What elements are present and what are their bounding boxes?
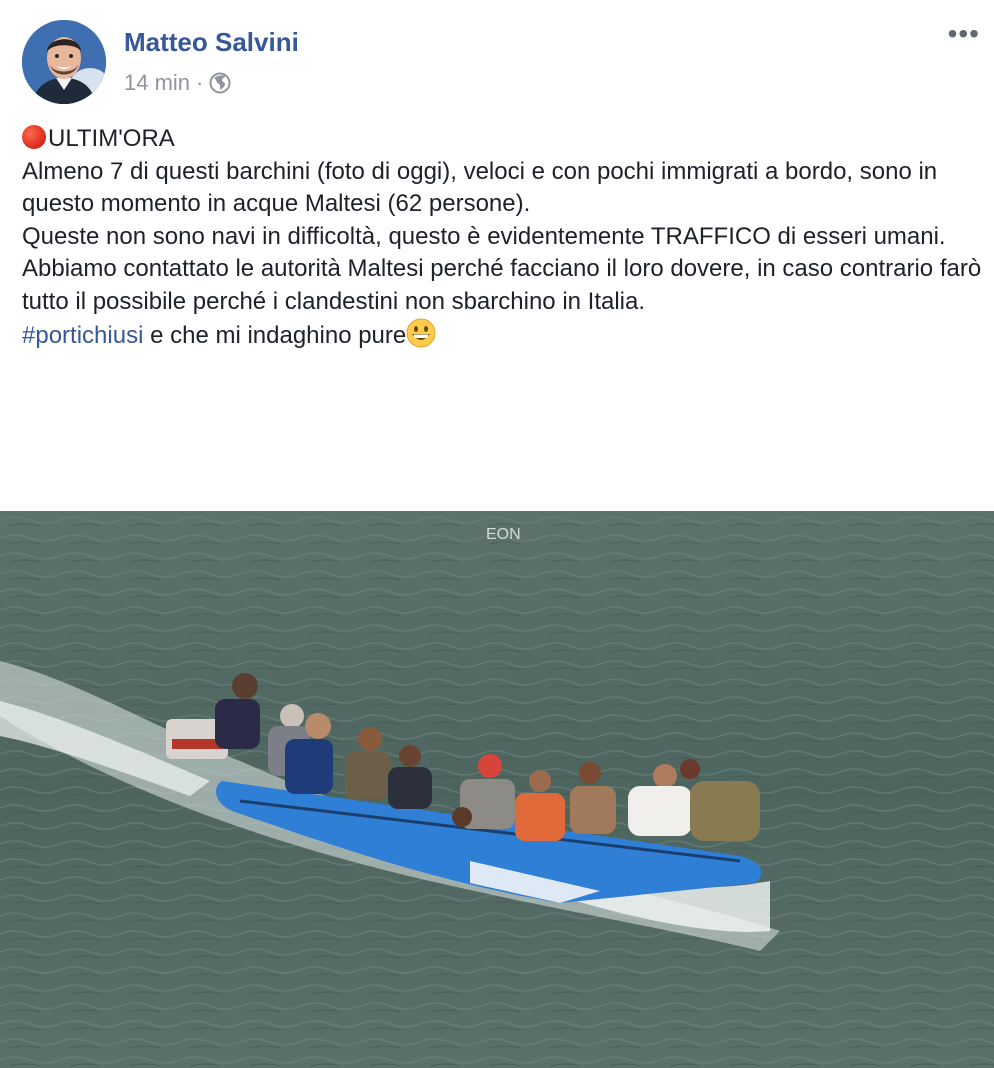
- closing-text: e che mi indaghino pure: [143, 322, 407, 349]
- text-line-2: Queste non sono navi in difficoltà, ques…: [22, 222, 946, 250]
- headline-line: ULTIM'ORA: [22, 123, 982, 156]
- photo-overlay-text: EON: [486, 526, 521, 543]
- meta-separator: ·: [196, 70, 204, 95]
- post-meta: 14 min ·: [124, 70, 231, 96]
- more-dots-icon[interactable]: •••: [948, 20, 980, 48]
- globe-icon[interactable]: [209, 72, 231, 94]
- closing-line: #portichiusi e che mi indaghino pure: [22, 318, 982, 353]
- text-line-1: Almeno 7 di questi barchini (foto di ogg…: [22, 157, 938, 218]
- hashtag-link[interactable]: #portichiusi: [22, 322, 143, 349]
- text-line-3: Abbiamo contattato le autorità Maltesi p…: [22, 255, 982, 315]
- post-text: ULTIM'ORA Almeno 7 di questi barchini (f…: [22, 123, 982, 353]
- post-photo[interactable]: EON: [0, 511, 994, 1068]
- post-header: Matteo Salvini 14 min · •••: [0, 0, 994, 120]
- avatar[interactable]: [22, 20, 106, 104]
- avatar-portrait-icon: [22, 20, 106, 104]
- red-circle-icon: [22, 125, 46, 149]
- post-time[interactable]: 14 min: [124, 70, 190, 96]
- boat-with-migrants-image: EON: [0, 511, 994, 1068]
- author-name[interactable]: Matteo Salvini: [124, 27, 299, 58]
- grinning-face-icon: [406, 318, 436, 348]
- headline-text: ULTIM'ORA: [48, 125, 175, 152]
